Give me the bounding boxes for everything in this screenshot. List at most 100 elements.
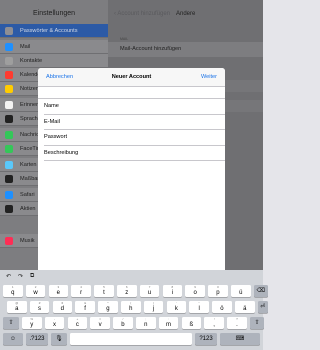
shift-right-icon[interactable]: ⇧ xyxy=(250,317,264,329)
sidebar-item-label: Safari xyxy=(20,191,35,198)
numbers-key-right[interactable]: ?123 xyxy=(195,333,217,345)
key-label: d xyxy=(60,305,65,312)
next-button[interactable]: Weiter xyxy=(201,74,217,80)
app-icon xyxy=(5,101,13,109)
mic-icon[interactable]: 🎙 xyxy=(51,333,67,345)
key-label: f xyxy=(84,305,86,312)
app-icon xyxy=(5,205,13,213)
key-e[interactable]: 3e xyxy=(48,285,69,297)
key-label: , xyxy=(213,321,215,328)
redo-icon[interactable]: ↷ xyxy=(18,273,23,280)
key-label: i xyxy=(171,289,174,296)
app-icon xyxy=(5,131,13,139)
back-button[interactable]: ‹ Account hinzufügen xyxy=(114,11,170,17)
key-i[interactable]: 8i xyxy=(162,285,183,297)
detail-title: Andere xyxy=(176,11,196,17)
key-label: ö xyxy=(220,305,224,312)
app-icon xyxy=(5,161,13,169)
sidebar-item[interactable]: Passwörter & Accounts xyxy=(0,24,108,38)
key-label: h xyxy=(129,305,133,312)
paste-icon[interactable]: ⧉ xyxy=(30,273,34,280)
sidebar-item-label: Notizen xyxy=(20,85,39,92)
key-label: z xyxy=(125,289,129,296)
key-ä[interactable]: ä xyxy=(235,301,255,313)
key-label: . xyxy=(236,321,238,328)
sidebar-item-label: Karten xyxy=(20,161,37,168)
return-icon[interactable]: ⏎ xyxy=(257,301,268,313)
key-p[interactable]: 0p xyxy=(208,285,228,297)
key-w[interactable]: 2w xyxy=(25,285,46,297)
dismiss-keyboard-icon[interactable]: ⌨ xyxy=(220,333,260,345)
sidebar-item-label: Kontakte xyxy=(20,57,43,64)
key-m[interactable]: :m xyxy=(158,317,179,329)
key-z[interactable]: 6z xyxy=(117,285,137,297)
key-a[interactable]: @ a xyxy=(7,301,27,313)
numbers-key[interactable]: .?123 xyxy=(26,333,48,345)
key-u[interactable]: 7u xyxy=(139,285,160,297)
sidebar-item-label: Passwörter & Accounts xyxy=(20,27,78,34)
password-row: Passwort xyxy=(44,130,225,146)
key-t[interactable]: 5t xyxy=(94,285,114,297)
key-l[interactable]: " l xyxy=(189,301,209,313)
app-icon xyxy=(5,237,13,245)
app-icon xyxy=(5,115,13,123)
key-d[interactable]: € d xyxy=(52,301,73,313)
shift-left-icon[interactable]: ⇧ xyxy=(3,317,19,329)
key-y[interactable]: % y xyxy=(22,317,42,329)
sidebar-item[interactable]: Kontakte xyxy=(0,54,108,68)
undo-icon[interactable]: ↶ xyxy=(6,273,11,280)
key-ß[interactable]: ß xyxy=(181,317,202,329)
description-field[interactable] xyxy=(102,147,217,159)
email-label: E-Mail xyxy=(44,118,60,125)
key-ö[interactable]: ö xyxy=(212,301,232,313)
sidebar-item-label: Mail xyxy=(20,43,31,50)
globe-icon[interactable]: ☺ xyxy=(3,333,23,345)
key-x[interactable]: -x xyxy=(44,317,65,329)
key-r[interactable]: 4r xyxy=(71,285,91,297)
key-q[interactable]: 1q xyxy=(3,285,23,297)
key-k[interactable]: ' k xyxy=(166,301,187,313)
name-row: Name xyxy=(44,99,225,115)
key-label: n xyxy=(144,321,148,328)
key-label: m xyxy=(166,321,172,328)
key-label: y xyxy=(30,321,34,328)
key-.[interactable]: ?. xyxy=(227,317,247,329)
key-ü[interactable]: ü xyxy=(231,285,251,297)
key-n[interactable]: ; n xyxy=(136,317,156,329)
key-s[interactable]: # s xyxy=(29,301,50,313)
key-label: j xyxy=(152,305,155,312)
sidebar-title: Einstellungen xyxy=(32,10,76,17)
key-label: a xyxy=(15,305,19,312)
account-form: Name E-Mail Passwort Beschreibung xyxy=(38,98,225,161)
description-row: Beschreibung xyxy=(44,146,225,161)
key-label: p xyxy=(216,289,220,296)
key-o[interactable]: 9o xyxy=(185,285,205,297)
key-b[interactable]: / b xyxy=(113,317,133,329)
add-mail-account-label: Mail-Account hinzufügen xyxy=(120,46,182,52)
keyboard: ↶ ↷ ⧉ 1 q 2 w 3 e 4 r 5 t 6 z 7 u 8 i 9 o 0 p ü ⌫ @ a # s € d & f * g(h… xyxy=(0,270,268,350)
key-v[interactable]: = v xyxy=(90,317,110,329)
key-label: e xyxy=(56,289,61,296)
app-icon xyxy=(5,175,13,183)
key-f[interactable]: & f xyxy=(75,301,95,313)
sidebar-item[interactable]: Mail xyxy=(0,40,108,54)
key-label: o xyxy=(193,289,197,296)
new-account-modal: Abbrechen Neuer Account Weiter Name E-Ma… xyxy=(38,68,225,270)
sidebar-item-label: Aktien xyxy=(20,205,36,212)
app-icon xyxy=(5,71,13,79)
key-c[interactable]: + c xyxy=(67,317,88,329)
add-mail-account-row[interactable]: Mail-Account hinzufügen xyxy=(108,42,263,57)
password-field[interactable] xyxy=(102,132,217,143)
key-j[interactable]: ) j xyxy=(143,301,164,313)
key-label: b xyxy=(121,321,125,328)
key-label: q xyxy=(11,289,15,296)
key-,[interactable]: !, xyxy=(204,317,224,329)
key-g[interactable]: * g xyxy=(98,301,118,313)
key-h[interactable]: (h xyxy=(121,301,141,313)
backspace-icon[interactable]: ⌫ xyxy=(253,285,268,297)
email-field[interactable] xyxy=(102,116,217,128)
modal-header: Abbrechen Neuer Account Weiter xyxy=(38,68,225,87)
app-icon xyxy=(5,27,13,35)
space-bar[interactable] xyxy=(70,333,192,345)
name-field[interactable] xyxy=(102,101,217,112)
